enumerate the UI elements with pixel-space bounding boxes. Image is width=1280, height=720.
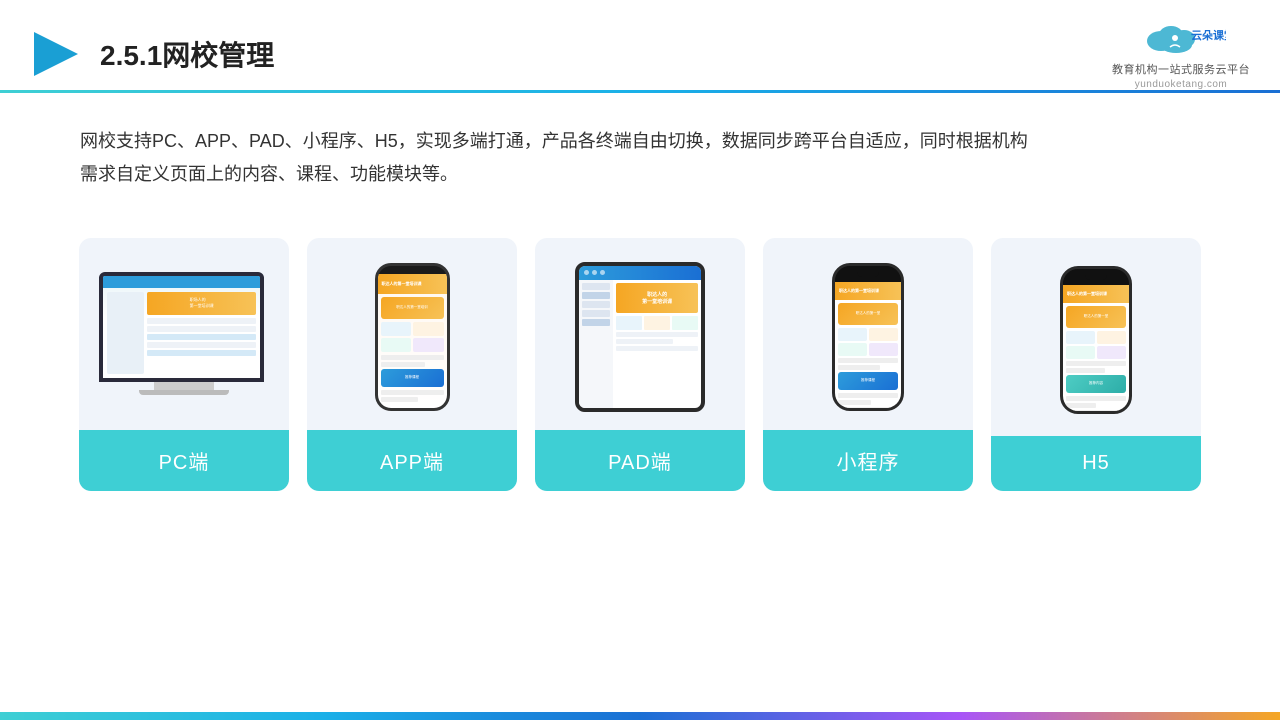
pad-device: 职达人的第一堂培训课 — [575, 262, 705, 412]
page-header: 2.5.1网校管理 云朵课堂 教育机构一站式服务云平台 yunduoketang… — [0, 0, 1280, 90]
logo-tagline: 教育机构一站式服务云平台 — [1112, 61, 1250, 77]
card-pad: 职达人的第一堂培训课 — [535, 238, 745, 491]
play-icon — [30, 28, 82, 80]
page-title: 2.5.1网校管理 — [100, 34, 274, 74]
card-h5-label: H5 — [991, 436, 1201, 491]
card-miniprogram: 职达人的第一堂培训课 职达人的第一堂 — [763, 238, 973, 491]
card-pc-image: 职场人的第一堂培训课 — [79, 238, 289, 430]
card-pc: 职场人的第一堂培训课 — [79, 238, 289, 491]
card-app-image: 职达人的第一堂培训课 职达人的第一堂培训 — [307, 238, 517, 430]
logo-url: yunduoketang.com — [1135, 79, 1228, 90]
card-pad-label: PAD端 — [535, 430, 745, 491]
miniprogram-device: 职达人的第一堂培训课 职达人的第一堂 — [832, 263, 904, 411]
card-h5: 职达人的第一堂培训课 职达人的第一堂 — [991, 238, 1201, 491]
svg-text:云朵课堂: 云朵课堂 — [1191, 28, 1226, 42]
card-mini-image: 职达人的第一堂培训课 职达人的第一堂 — [763, 238, 973, 430]
card-app-label: APP端 — [307, 430, 517, 491]
h5-device: 职达人的第一堂培训课 职达人的第一堂 — [1060, 266, 1132, 414]
pc-device: 职场人的第一堂培训课 — [99, 272, 269, 402]
description-area: 网校支持PC、APP、PAD、小程序、H5，实现多端打通，产品各终端自由切换，数… — [0, 93, 1280, 192]
cards-area: 职场人的第一堂培训课 — [0, 202, 1280, 491]
logo-area: 云朵课堂 教育机构一站式服务云平台 yunduoketang.com — [1112, 19, 1250, 90]
card-pad-image: 职达人的第一堂培训课 — [535, 238, 745, 430]
description-line2: 需求自定义页面上的内容、课程、功能模块等。 — [80, 158, 1200, 191]
cloud-logo-icon: 云朵课堂 — [1136, 19, 1226, 59]
header-left: 2.5.1网校管理 — [30, 28, 274, 80]
card-pc-label: PC端 — [79, 430, 289, 491]
card-mini-label: 小程序 — [763, 430, 973, 491]
card-h5-image: 职达人的第一堂培训课 职达人的第一堂 — [991, 238, 1201, 436]
app-device: 职达人的第一堂培训课 职达人的第一堂培训 — [375, 263, 450, 411]
description-line1: 网校支持PC、APP、PAD、小程序、H5，实现多端打通，产品各终端自由切换，数… — [80, 125, 1200, 158]
card-app: 职达人的第一堂培训课 职达人的第一堂培训 — [307, 238, 517, 491]
page-bottom-bar — [0, 712, 1280, 720]
